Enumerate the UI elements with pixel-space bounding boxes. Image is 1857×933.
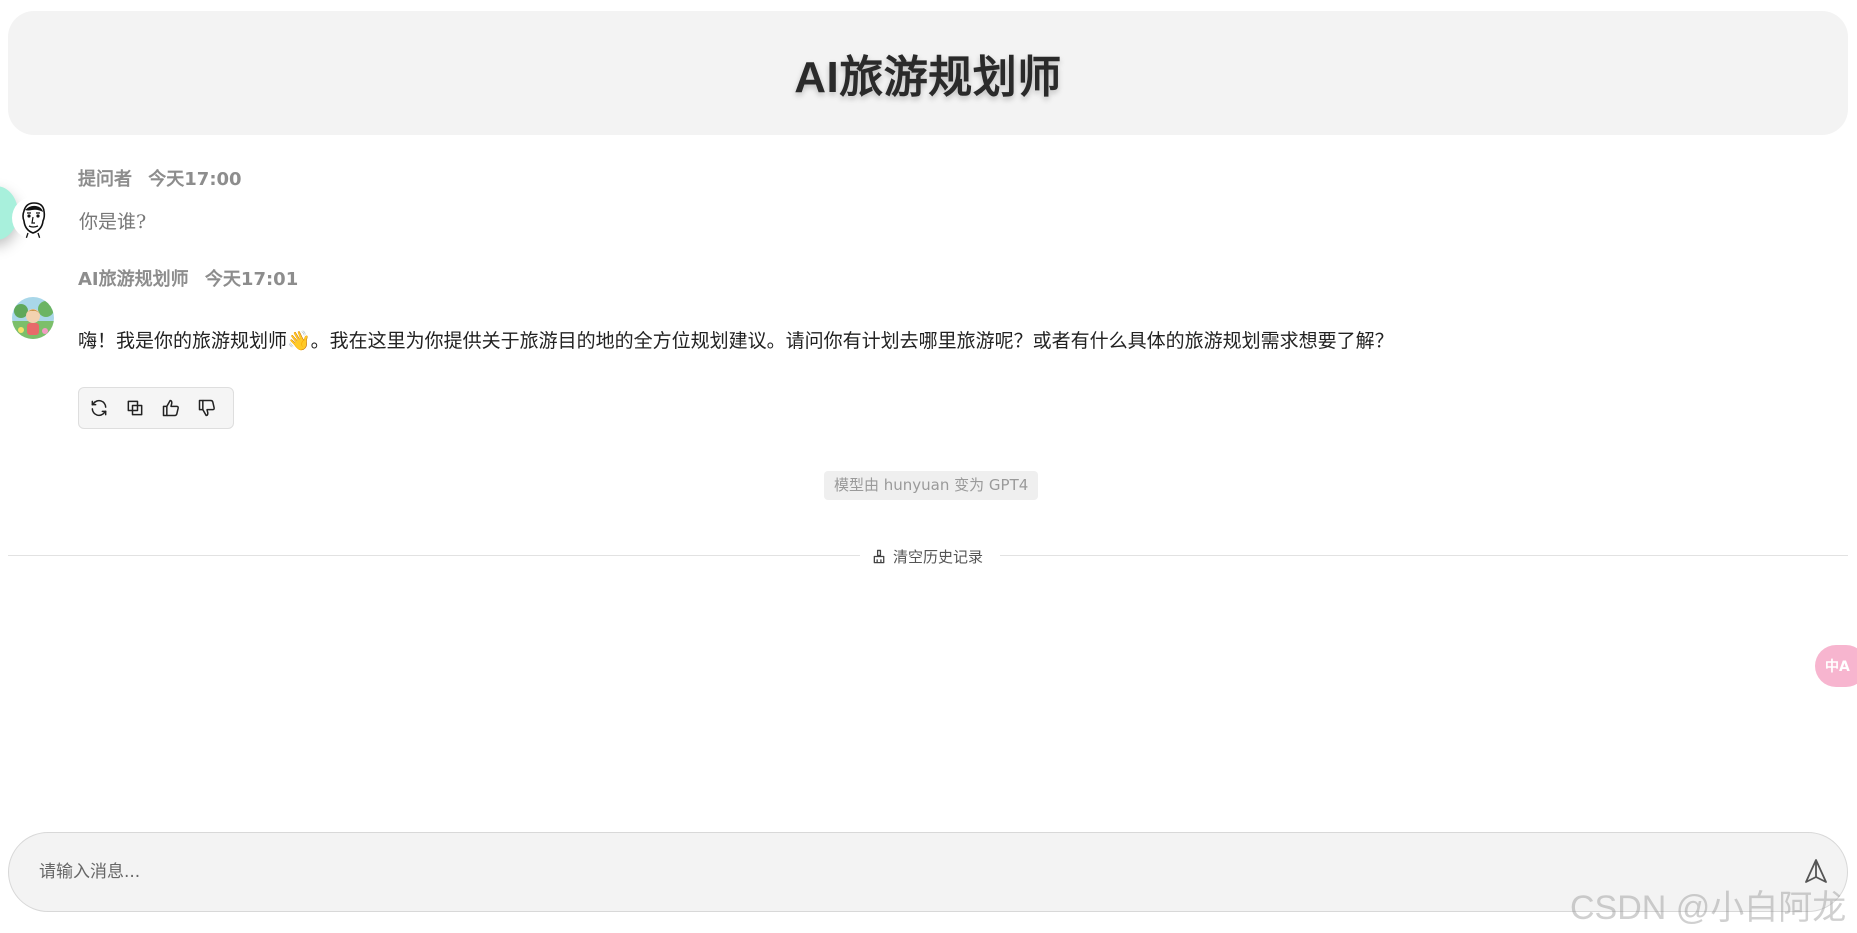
header-bar: AI旅游规划师 (8, 11, 1848, 135)
message-meta: AI旅游规划师 今天17:01 (78, 265, 298, 291)
message-text: 你是谁? (79, 211, 147, 233)
message-text: 嗨！我是你的旅游规划师👋。我在这里为你提供关于旅游目的地的全方位规划建议。请问你… (78, 330, 1394, 352)
cartoon-avatar (12, 297, 54, 339)
message-time: 今天17:01 (204, 269, 299, 290)
page-title: AI旅游规划师 (794, 53, 1062, 102)
sketch-face-avatar (12, 197, 54, 239)
refresh-icon[interactable] (87, 396, 111, 420)
clear-history-button[interactable]: 清空历史记录 (872, 545, 983, 567)
copy-icon[interactable] (123, 396, 147, 420)
broom-icon (873, 549, 885, 563)
clear-history-label: 清空历史记录 (893, 547, 984, 566)
chat-page: AI旅游规划师 提问者 今天17:00 你是谁? AI旅游规划师 今天17:01… (0, 0, 1857, 933)
message-input[interactable] (39, 833, 1779, 911)
divider-right (1000, 555, 1848, 556)
translate-button[interactable]: 中A (1815, 645, 1857, 687)
thumbs-up-icon[interactable] (159, 396, 183, 420)
message-actions-toolbar (78, 387, 234, 429)
translate-label: 中A (1825, 659, 1850, 675)
message-meta: 提问者 今天17:00 (78, 165, 242, 191)
thumbs-down-icon[interactable] (195, 396, 219, 420)
model-change-notice: 模型由 hunyuan 变为 GPT4 (824, 471, 1039, 500)
message-author: AI旅游规划师 (78, 269, 189, 290)
message-time: 今天17:00 (148, 169, 242, 190)
watermark: CSDN @小白阿龙 (1570, 889, 1847, 927)
message-author: 提问者 (78, 169, 132, 190)
divider-left (8, 555, 860, 556)
